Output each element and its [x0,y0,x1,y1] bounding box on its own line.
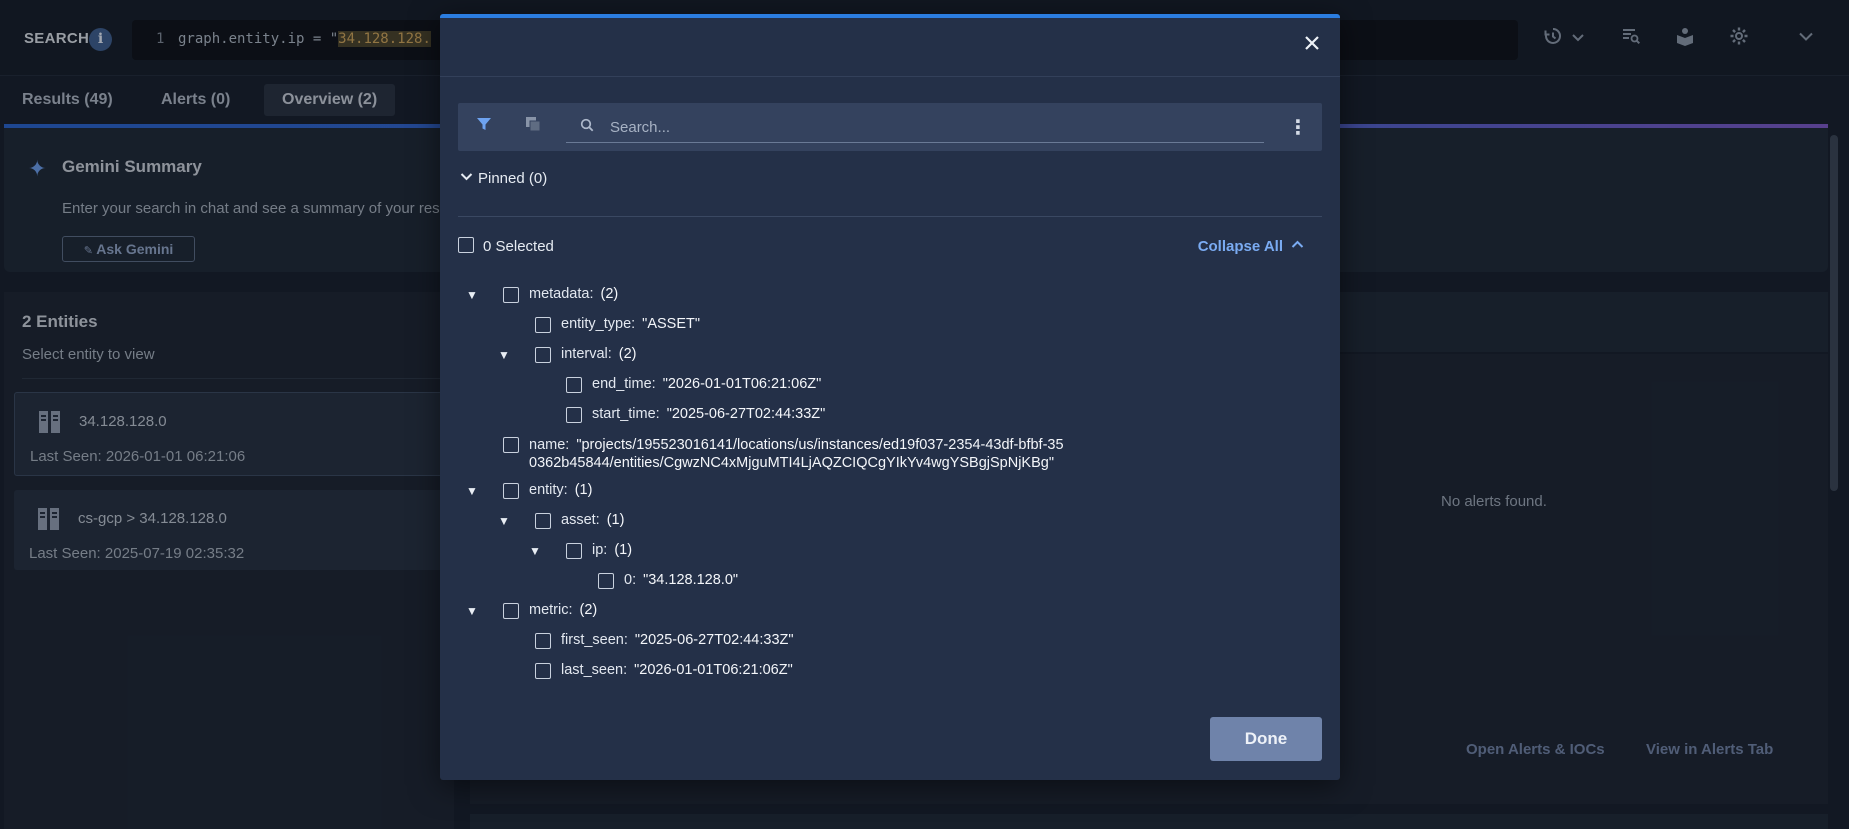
tree-checkbox[interactable] [566,377,582,393]
tree-count: (1) [574,482,593,498]
tree-key: asset: [561,512,600,528]
select-all-row: 0 Selected [458,237,554,255]
search-input[interactable] [610,115,1250,139]
tree-value: "34.128.128.0" [643,572,739,588]
search-icon [580,118,594,136]
tree-value: "ASSET" [642,316,701,332]
caret-down-icon[interactable]: ▼ [466,604,478,618]
done-button[interactable]: Done [1210,717,1322,761]
tree-checkbox[interactable] [535,347,551,363]
divider [440,76,1340,77]
pinned-section-toggle[interactable]: Pinned (0) [460,170,547,187]
tree-key: entity: [529,482,568,498]
caret-down-icon[interactable]: ▼ [498,348,510,362]
search-field[interactable] [566,111,1264,143]
tree-checkbox[interactable] [566,407,582,423]
tree-count: (1) [606,512,625,528]
tree-checkbox[interactable] [503,287,519,303]
tree-checkbox[interactable] [598,573,614,589]
tree-checkbox[interactable] [535,513,551,529]
tree-count: (2) [600,286,619,302]
select-all-checkbox[interactable] [458,237,474,254]
tree-checkbox[interactable] [535,663,551,679]
tree-count: (2) [579,602,598,618]
tree-checkbox[interactable] [503,483,519,499]
caret-down-icon[interactable]: ▼ [498,514,510,528]
caret-down-icon[interactable]: ▼ [529,544,541,558]
chevron-down-icon [460,170,478,186]
tree-key: last_seen: [561,662,628,678]
tree-checkbox[interactable] [503,437,519,453]
filter-toolbar: ⋮ [458,103,1322,151]
selected-count: 0 Selected [483,238,554,255]
tree-value: "projects/195523016141/locations/us/inst… [529,437,1064,471]
tree-key: metadata: [529,286,594,302]
tree-key: 0: [624,572,637,588]
tree-value: "2025-06-27T02:44:33Z" [666,406,826,422]
tree-key: end_time: [592,376,656,392]
tree-checkbox[interactable] [535,633,551,649]
caret-down-icon[interactable]: ▼ [466,288,478,302]
tree-key: metric: [529,602,573,618]
tree-value: "2026-01-01T06:21:06Z" [662,376,822,392]
tree-checkbox[interactable] [503,603,519,619]
pinned-label: Pinned (0) [478,170,548,187]
tree-checkbox[interactable] [535,317,551,333]
tree-key: first_seen: [561,632,628,648]
caret-down-icon[interactable]: ▼ [466,484,478,498]
tree-key: ip: [592,542,608,558]
tree-key: start_time: [592,406,660,422]
tree-count: (1) [614,542,633,558]
tree-key: entity_type: [561,316,636,332]
copy-icon[interactable] [522,116,544,138]
tree-count: (2) [618,346,637,362]
collapse-all-label: Collapse All [1197,238,1283,255]
filter-icon[interactable] [473,116,495,138]
tree-key: name: [529,437,570,453]
close-icon[interactable] [1300,32,1324,56]
divider [458,216,1322,217]
chevron-up-icon [1291,238,1304,255]
tree-value: "2025-06-27T02:44:33Z" [634,632,794,648]
entity-details-modal: ⋮ Pinned (0) 0 Selected Collapse All ▼ m… [440,14,1340,780]
collapse-all-button[interactable]: Collapse All [1198,238,1304,255]
tree-value: "2026-01-01T06:21:06Z" [634,662,793,678]
more-options-icon[interactable]: ⋮ [1288,115,1308,140]
tree-checkbox[interactable] [566,543,582,559]
tree-key: interval: [561,346,612,362]
